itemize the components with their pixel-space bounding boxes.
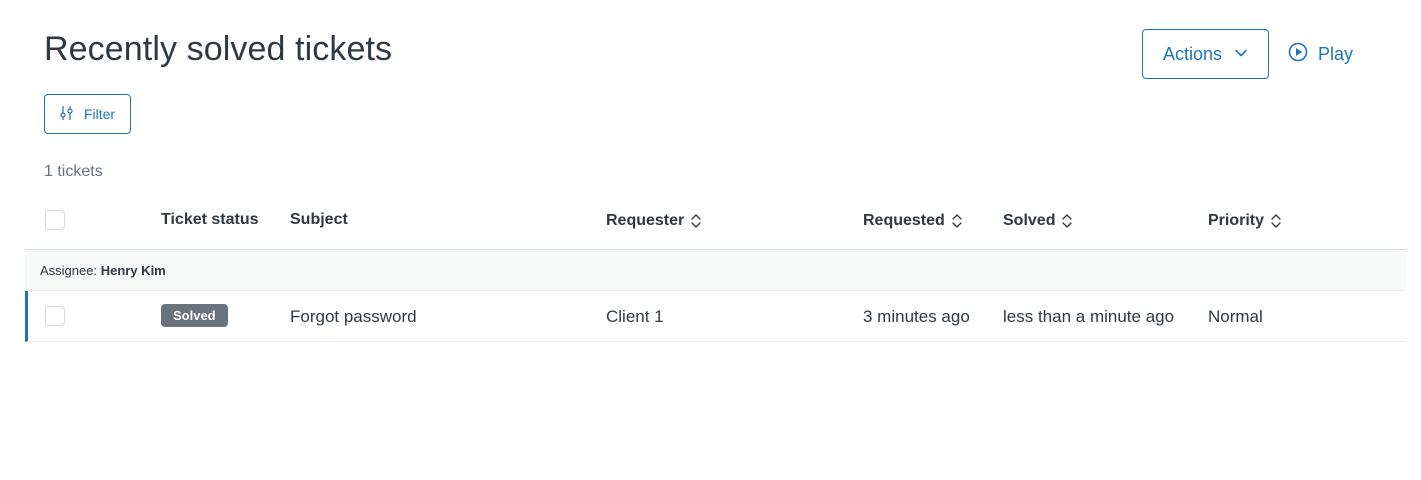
column-requester[interactable]: Requester: [606, 212, 702, 230]
filter-label: Filter: [83, 106, 116, 122]
column-solved[interactable]: Solved: [1003, 212, 1073, 230]
sliders-icon: [60, 105, 74, 124]
cell-solved: less than a minute ago: [1003, 307, 1175, 326]
table-row[interactable]: Solved Forgot password Client 1 3 minute…: [25, 291, 1406, 342]
group-label: Assignee: Henry Kim: [40, 263, 166, 278]
column-ticket-status: Ticket status: [161, 211, 259, 228]
cell-subject[interactable]: Forgot password: [290, 307, 417, 327]
chevron-down-icon: [1234, 44, 1248, 65]
play-label: Play: [1318, 43, 1354, 64]
page-title: Recently solved tickets: [44, 30, 393, 68]
assignee-name: Henry Kim: [100, 263, 166, 278]
select-all-checkbox[interactable]: [45, 210, 65, 230]
status-badge: Solved: [161, 304, 228, 327]
cell-requester[interactable]: Client 1: [606, 307, 664, 327]
ticket-count: 1 tickets: [44, 163, 103, 180]
column-subject: Subject: [290, 211, 348, 228]
table-header-row: Ticket status Subject Requester Requeste…: [25, 196, 1406, 250]
filter-button[interactable]: Filter: [44, 94, 131, 134]
actions-button[interactable]: Actions: [1142, 29, 1269, 79]
tickets-table: Ticket status Subject Requester Requeste…: [25, 196, 1406, 342]
sort-icon: [1061, 213, 1073, 229]
sort-icon: [690, 213, 702, 229]
cell-priority: Normal: [1208, 307, 1263, 326]
group-row-assignee: Assignee: Henry Kim: [25, 250, 1406, 291]
actions-label: Actions: [1162, 43, 1223, 64]
play-button[interactable]: Play: [1288, 29, 1353, 79]
sort-icon: [1270, 213, 1282, 229]
cell-requested: 3 minutes ago: [863, 307, 970, 326]
row-checkbox[interactable]: [45, 306, 65, 326]
column-requested[interactable]: Requested: [863, 212, 963, 230]
play-circle-icon: [1288, 42, 1308, 67]
sort-icon: [951, 213, 963, 229]
column-priority[interactable]: Priority: [1208, 212, 1282, 230]
